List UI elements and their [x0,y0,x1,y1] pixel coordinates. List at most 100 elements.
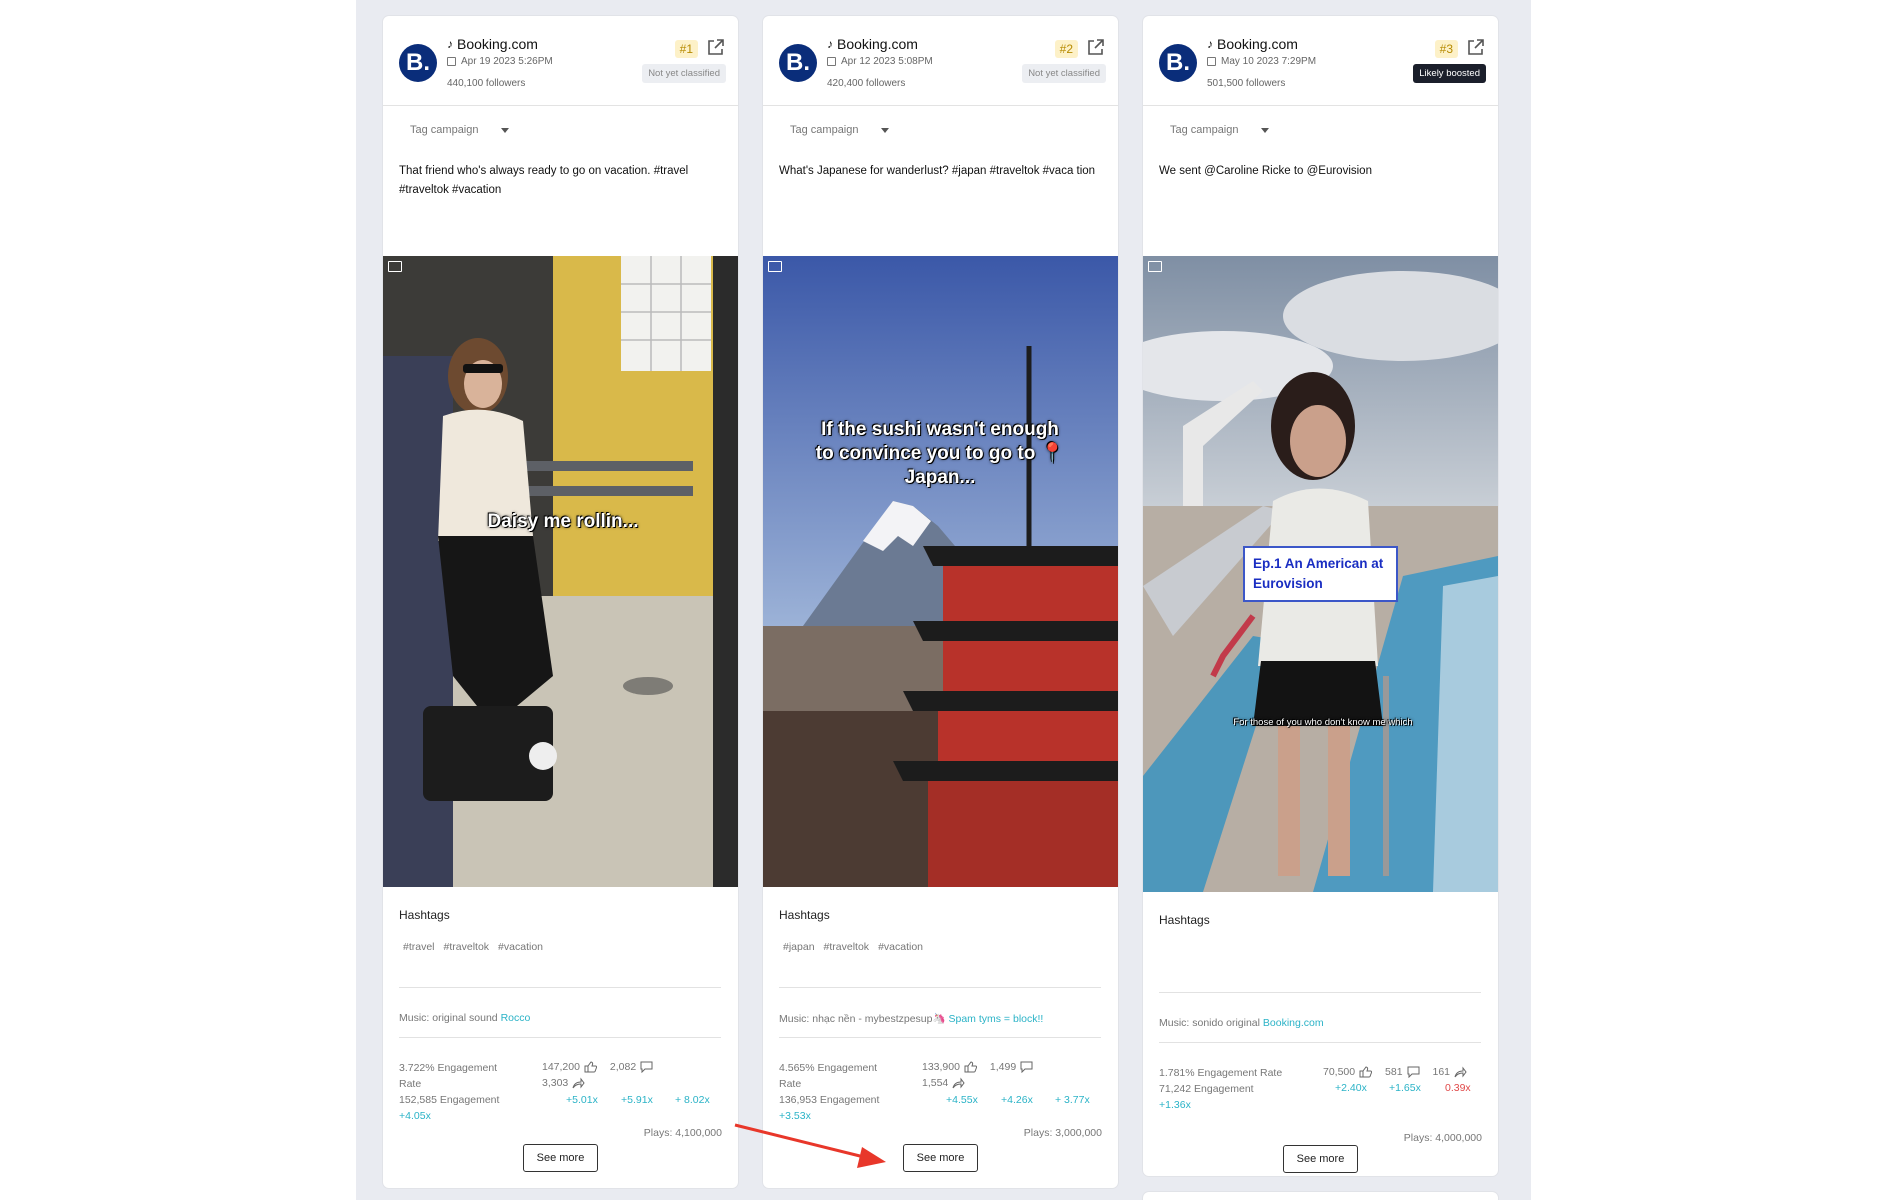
image-type-icon [768,261,782,272]
plays-count: Plays: 3,000,000 [1023,1127,1102,1139]
post-thumbnail[interactable]: If the sushi wasn't enough to convince y… [763,256,1118,887]
engagement-metrics: 147,200 2,082 [542,1061,663,1073]
divider [779,987,1101,988]
engagement-metrics: 70,500 581 161 [1323,1066,1477,1078]
comments-multiplier: +5.91x [621,1094,653,1106]
brand-name[interactable]: ♪ Booking.com [827,36,918,52]
hashtag-chip[interactable]: #traveltok [444,941,490,953]
hashtag-chip[interactable]: #travel [403,941,435,953]
video-frame-illustration [383,256,738,887]
post-date: Apr 19 2023 5:26PM [447,56,553,67]
card-header: B. ♪ Booking.com Apr 19 2023 5:26PM 440,1… [383,16,738,106]
tiktok-icon: ♪ [447,37,453,51]
share-icon [1454,1066,1467,1078]
classification-badge: Not yet classified [1022,64,1106,83]
tiktok-icon: ♪ [1207,37,1213,51]
external-link-icon[interactable] [1086,37,1106,57]
classification-badge: Likely boosted [1413,64,1486,83]
engagement-summary: 3.722% Engagement Rate 152,585 Engagemen… [399,1062,500,1122]
chevron-down-icon [500,127,509,133]
hashtag-list: #travel #traveltok #vacation [403,941,543,953]
brand-name[interactable]: ♪ Booking.com [447,36,538,52]
engagement-summary: 4.565% Engagement Rate 136,953 Engagemen… [779,1062,880,1122]
shares-stat: 3,303 [542,1077,595,1089]
divider [779,1037,1101,1038]
post-card-4-partial [1143,1192,1498,1200]
music-info: Music: nhạc nền - mybestzpesup🦄 Spam tym… [779,1013,1044,1025]
follower-count: 501,500 followers [1207,78,1286,89]
music-link[interactable]: Rocco [501,1012,531,1024]
calendar-icon [1207,57,1216,66]
see-more-button[interactable]: See more [903,1144,978,1172]
image-type-icon [388,261,402,272]
video-frame-illustration [763,256,1118,887]
shares-multiplier: + 8.02x [675,1094,710,1106]
follower-count: 420,400 followers [827,78,906,89]
tag-campaign-dropdown[interactable]: Tag campaign [790,124,889,136]
hashtag-chip[interactable]: #traveltok [824,941,870,953]
post-date: Apr 12 2023 5:08PM [827,56,933,67]
hashtags-heading: Hashtags [1159,913,1210,927]
see-more-button[interactable]: See more [523,1144,598,1172]
engagement-metrics: 133,900 1,499 [922,1061,1043,1073]
comments-stat: 581 [1385,1066,1420,1078]
shares-stat: 161 [1433,1066,1468,1078]
divider [399,987,721,988]
video-overlay-text: Daisy me rollin... [487,511,639,532]
video-overlay-text: If the sushi wasn't enough to convince y… [815,419,1065,488]
comment-icon [1407,1066,1420,1078]
thumbs-up-icon [584,1061,597,1073]
external-link-icon[interactable] [706,37,726,57]
tiktok-icon: ♪ [827,37,833,51]
thumbs-up-icon [1359,1066,1373,1078]
hashtag-chip[interactable]: #japan [783,941,815,953]
hashtags-heading: Hashtags [779,908,830,922]
brand-logo[interactable]: B. [1159,44,1197,82]
rank-badge: #1 [674,40,698,58]
music-link[interactable]: Spam tyms = block!! [949,1013,1044,1025]
brand-logo[interactable]: B. [399,44,437,82]
share-icon [952,1077,965,1089]
likes-multiplier: +2.40x [1335,1082,1367,1094]
likes-stat: 147,200 [542,1061,597,1073]
post-card-3: B. ♪ Booking.com May 10 2023 7:29PM 501,5… [1143,16,1498,1176]
comment-icon [640,1061,653,1073]
comments-stat: 1,499 [990,1061,1033,1073]
tag-campaign-dropdown[interactable]: Tag campaign [1170,124,1269,136]
tag-campaign-dropdown[interactable]: Tag campaign [410,124,509,136]
likes-multiplier: +5.01x [566,1094,598,1106]
thumbs-up-icon [964,1061,977,1073]
post-thumbnail[interactable]: Daisy me rollin... [383,256,738,887]
comments-stat: 2,082 [610,1061,653,1073]
card-header: B. ♪ Booking.com May 10 2023 7:29PM 501,5… [1143,16,1498,106]
likes-multiplier: +4.55x [946,1094,978,1106]
card-header: B. ♪ Booking.com Apr 12 2023 5:08PM 420,4… [763,16,1118,106]
divider [1159,992,1481,993]
rank-badge: #3 [1434,40,1458,58]
external-link-icon[interactable] [1466,37,1486,57]
likes-stat: 133,900 [922,1061,977,1073]
music-link[interactable]: Booking.com [1263,1017,1324,1029]
hashtag-chip[interactable]: #vacation [498,941,543,953]
see-more-button[interactable]: See more [1283,1145,1358,1173]
comments-multiplier: +4.26x [1001,1094,1033,1106]
brand-logo[interactable]: B. [779,44,817,82]
video-subtitle: For those of you who don't know me which [1233,717,1413,728]
post-card-1: B. ♪ Booking.com Apr 19 2023 5:26PM 440,1… [383,16,738,1188]
classification-badge: Not yet classified [642,64,726,83]
music-info: Music: original sound Rocco [399,1012,531,1024]
share-icon [572,1077,585,1089]
chevron-down-icon [1260,127,1269,133]
post-thumbnail[interactable]: Ep.1 An American at Eurovision For those… [1143,256,1498,892]
hashtags-heading: Hashtags [399,908,450,922]
hashtag-chip[interactable]: #vacation [878,941,923,953]
post-card-2: B. ♪ Booking.com Apr 12 2023 5:08PM 420,4… [763,16,1118,1188]
plays-count: Plays: 4,100,000 [643,1127,722,1139]
follower-count: 440,100 followers [447,78,526,89]
comment-icon [1020,1061,1033,1073]
video-overlay-text: Ep.1 An American at Eurovision [1253,556,1384,591]
comments-multiplier: +1.65x [1389,1082,1421,1094]
brand-name[interactable]: ♪ Booking.com [1207,36,1298,52]
rank-badge: #2 [1054,40,1078,58]
post-caption: That friend who's always ready to go on … [399,165,689,196]
